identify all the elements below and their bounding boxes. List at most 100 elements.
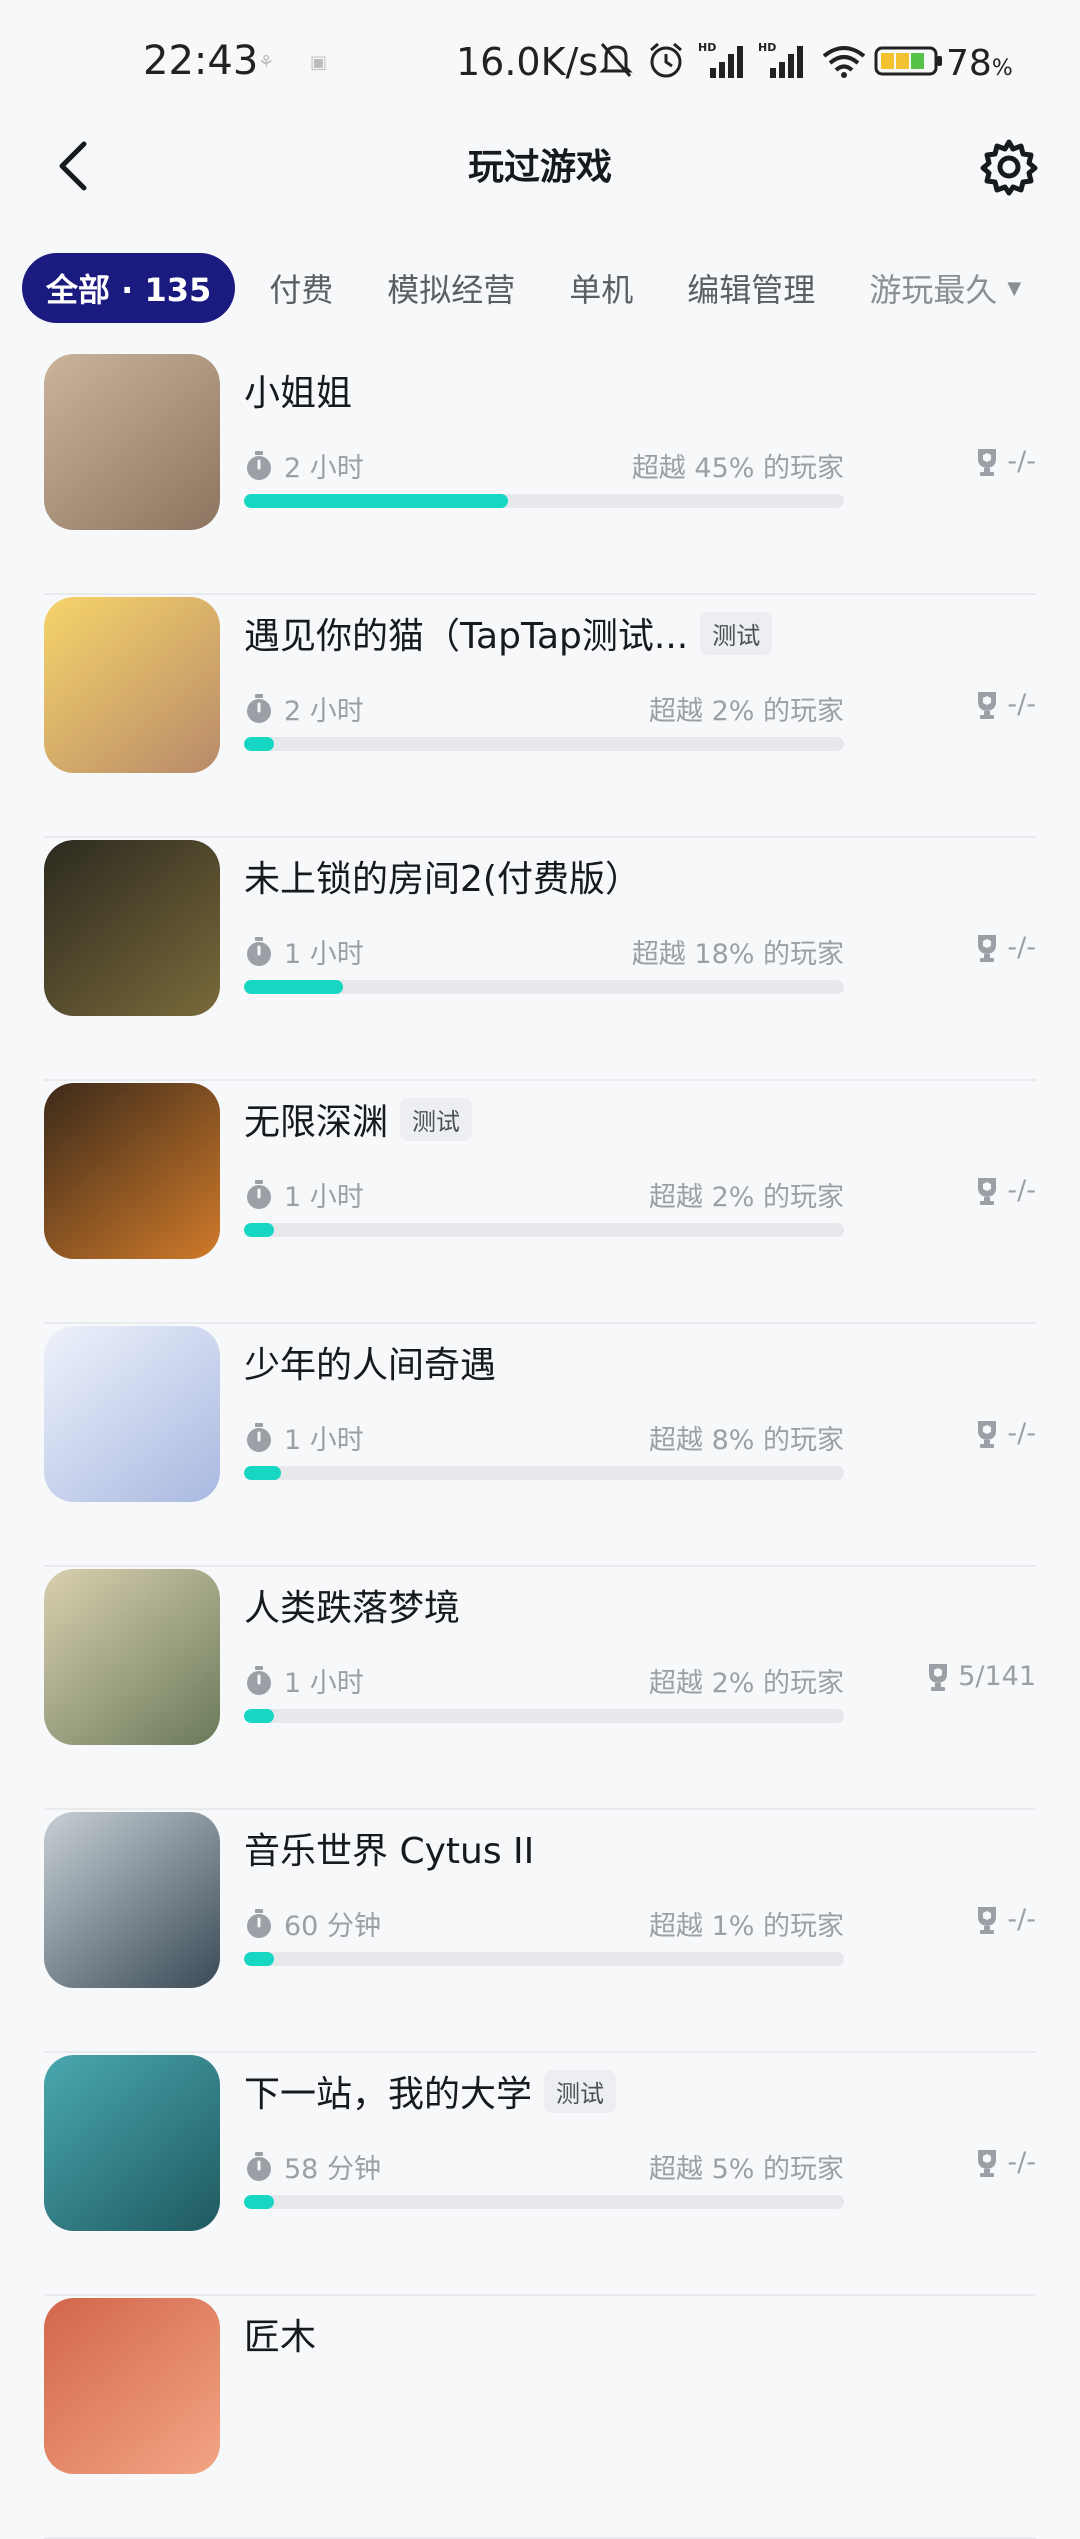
percentile-text: 超越 1% 的玩家: [649, 1911, 844, 1942]
achievement-count: -/-: [1007, 1904, 1036, 1935]
game-icon[interactable]: [44, 597, 220, 773]
svg-text:HD: HD: [758, 41, 776, 54]
trophy-icon: [978, 1177, 997, 1205]
trophy-icon: [929, 1663, 948, 1691]
progress-fill: [244, 494, 508, 508]
trophy-icon: [978, 1906, 997, 1934]
game-icon[interactable]: [44, 1569, 220, 1745]
game-icon[interactable]: [44, 2055, 220, 2231]
game-row[interactable]: 小姐姐 2 小时 超越 45% 的玩家 -/-: [0, 352, 1080, 595]
achievement-count: -/-: [1007, 2147, 1036, 2178]
game-title-wrap: 遇见你的猫（TapTap测试... 测试: [244, 607, 773, 659]
alarm-icon: [650, 42, 682, 78]
signal-hd-2-icon: HD: [758, 41, 803, 78]
achievement[interactable]: -/-: [975, 1904, 1036, 1935]
achievement[interactable]: -/-: [975, 2147, 1036, 2178]
game-title: 少年的人间奇遇: [244, 1345, 497, 1386]
achievement[interactable]: -/-: [975, 446, 1036, 477]
notification-icon: ⚘: [258, 52, 275, 73]
achievement[interactable]: -/-: [975, 1175, 1036, 1206]
progress-fill: [244, 2195, 274, 2209]
percentile-text: 超越 2% 的玩家: [649, 696, 844, 727]
game-row[interactable]: 匠木: [0, 2296, 1080, 2539]
game-title: 下一站，我的大学: [244, 2074, 533, 2115]
game-icon[interactable]: [44, 840, 220, 1016]
stopwatch-icon: [247, 2151, 271, 2181]
percentile-text: 超越 8% 的玩家: [649, 1425, 844, 1456]
filter-chip-paid[interactable]: 付费: [269, 265, 333, 311]
game-icon[interactable]: [44, 1083, 220, 1259]
achievement[interactable]: 5/141: [926, 1661, 1036, 1692]
playtime-value: 2 小时: [284, 453, 364, 484]
trophy-icon: [978, 1420, 997, 1448]
game-title-wrap: 人类跌落梦境: [244, 1579, 460, 1631]
game-row[interactable]: 无限深渊 测试 1 小时 超越 2% 的玩家 -/-: [0, 1081, 1080, 1324]
achievement[interactable]: -/-: [975, 1418, 1036, 1449]
network-speed: 16.0K/s: [456, 40, 599, 84]
trophy-icon: [978, 691, 997, 719]
game-title: 遇见你的猫（TapTap测试...: [244, 616, 689, 657]
trophy-icon: [978, 2149, 997, 2177]
progress-bar: [244, 737, 844, 751]
progress-fill: [244, 980, 343, 994]
filter-chip-simulation[interactable]: 模拟经营: [387, 265, 515, 311]
playtime-value: 1 小时: [284, 939, 364, 970]
filter-chip-editor-managed[interactable]: 编辑管理: [687, 265, 815, 311]
progress-bar: [244, 980, 844, 994]
filter-chip-all[interactable]: 全部 · 135: [22, 253, 236, 323]
progress-fill: [244, 1466, 282, 1480]
caret-down-icon: ▼: [1007, 277, 1022, 299]
progress-fill: [244, 1223, 274, 1237]
game-title-wrap: 匠木: [244, 2308, 316, 2360]
playtime: 1 小时: [244, 1661, 364, 1700]
stopwatch-icon: [247, 1179, 271, 1209]
game-title: 无限深渊: [244, 1102, 389, 1143]
progress-fill: [244, 1709, 274, 1723]
percentile-text: 超越 45% 的玩家: [631, 453, 844, 484]
game-row[interactable]: 未上锁的房间2(付费版） 1 小时 超越 18% 的玩家 -/-: [0, 838, 1080, 1081]
playtime-value: 1 小时: [284, 1425, 364, 1456]
trophy-icon: [978, 934, 997, 962]
progress-bar: [244, 1466, 844, 1480]
percentile-text: 超越 2% 的玩家: [649, 1668, 844, 1699]
achievement[interactable]: -/-: [975, 689, 1036, 720]
achievement[interactable]: -/-: [975, 932, 1036, 963]
game-row[interactable]: 人类跌落梦境 1 小时 超越 2% 的玩家 5/141: [0, 1567, 1080, 1810]
battery-level: 78%: [946, 43, 1013, 84]
game-title-wrap: 少年的人间奇遇: [244, 1336, 496, 1388]
game-list: 小姐姐 2 小时 超越 45% 的玩家 -/- 遇见你的猫（TapTap测试..…: [0, 352, 1080, 2539]
playtime-value: 1 小时: [284, 1668, 364, 1699]
stopwatch-icon: [247, 693, 271, 723]
playtime: 60 分钟: [244, 1904, 381, 1943]
game-icon[interactable]: [44, 1326, 220, 1502]
game-title-wrap: 音乐世界 Cytus II: [244, 1822, 534, 1874]
playtime-value: 58 分钟: [284, 2154, 381, 2185]
game-row[interactable]: 音乐世界 Cytus II 60 分钟 超越 1% 的玩家 -/-: [0, 1810, 1080, 2053]
game-icon[interactable]: [44, 2298, 220, 2474]
game-title: 匠木: [244, 2317, 317, 2358]
game-row[interactable]: 少年的人间奇遇 1 小时 超越 8% 的玩家 -/-: [0, 1324, 1080, 1567]
filter-chip-single-player[interactable]: 单机: [569, 265, 633, 311]
achievement-count: -/-: [1007, 932, 1036, 963]
sort-dropdown[interactable]: 游玩最久 ▼: [869, 265, 1021, 311]
stopwatch-icon: [247, 1908, 271, 1938]
playtime: 58 分钟: [244, 2147, 381, 2186]
progress-bar: [244, 2195, 844, 2209]
playtime-value: 2 小时: [284, 696, 364, 727]
achievement-count: -/-: [1007, 1175, 1036, 1206]
game-icon[interactable]: [44, 1812, 220, 1988]
wifi-icon: [822, 46, 866, 78]
achievement-count: -/-: [1007, 1418, 1036, 1449]
game-icon[interactable]: [44, 354, 220, 530]
game-row[interactable]: 下一站，我的大学 测试 58 分钟 超越 5% 的玩家 -/-: [0, 2053, 1080, 2296]
game-title: 小姐姐: [244, 373, 353, 414]
playtime-value: 60 分钟: [284, 1911, 381, 1942]
game-row[interactable]: 遇见你的猫（TapTap测试... 测试 2 小时 超越 2% 的玩家 -/-: [0, 595, 1080, 838]
progress-bar: [244, 494, 844, 508]
test-tag: 测试: [544, 2069, 617, 2113]
achievement-count: 5/141: [958, 1661, 1036, 1692]
game-title-wrap: 下一站，我的大学 测试: [244, 2065, 617, 2117]
game-title: 未上锁的房间2(付费版）: [244, 859, 641, 900]
playtime: 1 小时: [244, 1175, 364, 1214]
settings-button[interactable]: [974, 132, 1044, 202]
